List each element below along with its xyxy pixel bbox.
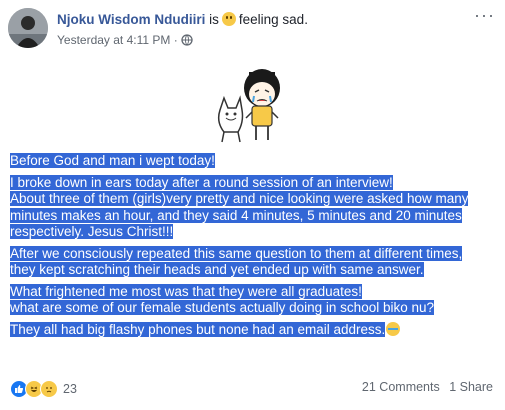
post-header: Njoku Wisdom Ndudiiri is feeling sad. — [57, 12, 308, 27]
is-text: is — [209, 12, 219, 27]
paragraph-text: Before God and man i wept today! — [10, 153, 215, 168]
paragraph-text: I broke down in ears today after a round… — [10, 174, 469, 239]
post-meta: Yesterday at 4:11 PM · — [57, 33, 193, 49]
engagement-stats: 21 Comments 1 Share — [362, 380, 493, 394]
post-paragraph: What frightened me most was that they we… — [10, 283, 490, 317]
reaction-count[interactable]: 23 — [63, 382, 77, 396]
post-paragraph: After we consciously repeated this same … — [10, 245, 490, 279]
author-name[interactable]: Njoku Wisdom Ndudiiri — [57, 12, 205, 27]
sad-face-icon — [221, 12, 236, 26]
paragraph-text: After we consciously repeated this same … — [10, 245, 463, 277]
reactions-summary[interactable]: 23 — [10, 380, 77, 398]
post-paragraph: I broke down in ears today after a round… — [10, 174, 490, 241]
crying-face-icon — [386, 321, 401, 336]
comments-count-link[interactable]: 21 Comments — [362, 380, 440, 394]
meta-separator: · — [173, 33, 178, 47]
post-paragraph: Before God and man i wept today! — [10, 153, 490, 170]
post-footer: 23 21 Comments 1 Share — [10, 380, 493, 400]
post-options-button[interactable]: ··· — [474, 5, 495, 26]
post-timestamp[interactable]: Yesterday at 4:11 PM — [57, 33, 170, 47]
paragraph-text: They all had big flashy phones but none … — [10, 321, 386, 337]
post-body: Before God and man i wept today! I broke… — [10, 153, 490, 343]
feeling-text: feeling sad. — [238, 12, 308, 27]
paragraph-text: What frightened me most was that they we… — [10, 283, 434, 315]
post-paragraph: They all had big flashy phones but none … — [10, 321, 490, 339]
globe-icon[interactable] — [181, 34, 193, 49]
shares-count-link[interactable]: 1 Share — [449, 380, 493, 394]
sad-icon — [40, 380, 58, 398]
avatar[interactable] — [8, 8, 48, 48]
crying-girl-sticker — [212, 62, 294, 146]
